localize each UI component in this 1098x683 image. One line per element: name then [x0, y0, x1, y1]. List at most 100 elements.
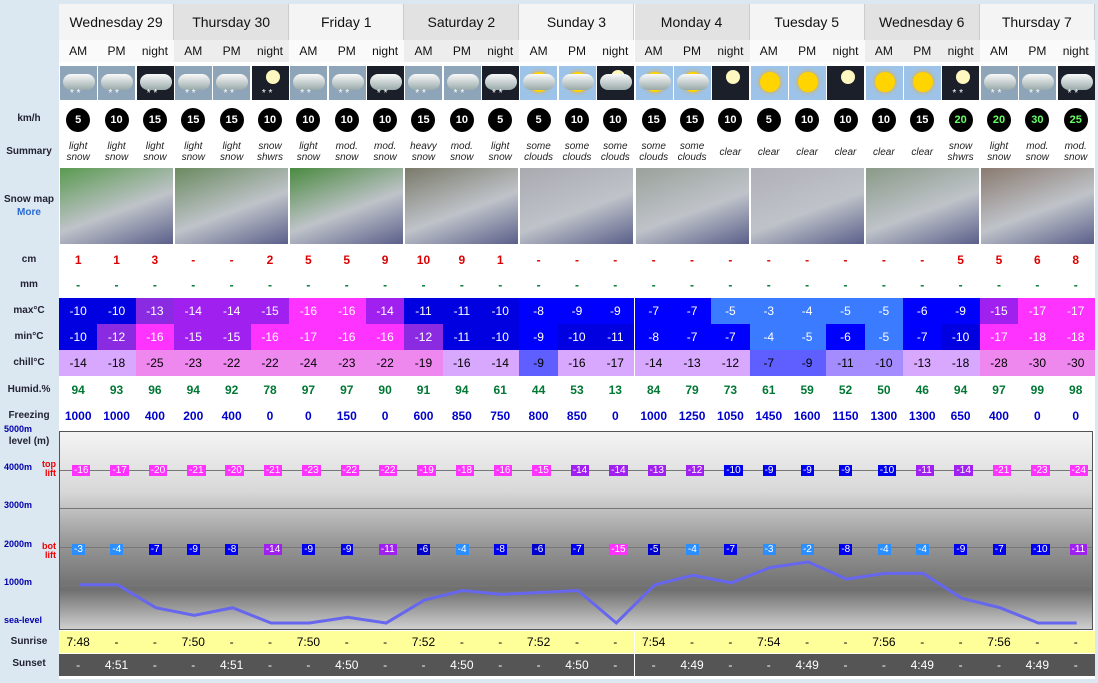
snowflake-icon: * *	[146, 88, 158, 99]
wind-cell: 30	[1018, 106, 1056, 134]
max-cell: -10	[481, 298, 520, 324]
min-cell: -4	[749, 324, 788, 350]
sunset-cell: 4:51	[97, 654, 136, 676]
snow-map[interactable]	[635, 168, 749, 244]
sunset-cell: -	[941, 654, 980, 676]
day-header[interactable]: Monday 4	[634, 4, 750, 40]
freezing-cell: 0	[305, 409, 312, 423]
min-cell: -12	[404, 324, 443, 350]
rain-cell: -	[881, 278, 886, 292]
day-header[interactable]: Sunday 3	[519, 4, 635, 40]
top-lift-label: top lift	[42, 459, 56, 478]
humid-cell: 91	[416, 383, 431, 397]
bot-lift-temp: -11	[378, 544, 397, 555]
day-header[interactable]: Thursday 30	[174, 4, 290, 40]
top-lift-temp: -16	[494, 465, 513, 476]
summary-cell: some clouds	[639, 141, 669, 163]
summary-cell: light snow	[296, 141, 321, 163]
freezing-cell: 1300	[908, 409, 936, 423]
sunrise-cell: -	[557, 631, 597, 653]
sun-cloud-icon	[520, 66, 558, 100]
chill-cell: -7	[749, 350, 788, 376]
rain-cell: -	[1073, 278, 1078, 292]
snow-map[interactable]	[290, 168, 404, 244]
wind-cell: 5	[519, 106, 557, 134]
max-cell: -5	[864, 298, 904, 324]
min-cell: -9	[519, 324, 558, 350]
max-cell: -9	[557, 298, 597, 324]
snowflake-icon: * *	[185, 88, 196, 99]
freezing-cell: 1150	[832, 409, 859, 423]
snowflake-icon: * *	[376, 88, 388, 99]
forecast-table: Wednesday 29 Thursday 30 Friday 1 Saturday …	[0, 0, 1098, 683]
day-header[interactable]: Wednesday 6	[864, 4, 980, 40]
chill-cell: -12	[711, 350, 750, 376]
sunset-cell: 4:49	[1018, 654, 1057, 676]
cloud-snow-icon: * *	[213, 66, 251, 100]
humid-cell: 44	[531, 383, 546, 397]
sunset-cell: 4:50	[442, 654, 482, 676]
max-cell: -11	[404, 298, 443, 324]
freezing-cell: 1300	[870, 409, 898, 423]
sunrise-cell: -	[327, 631, 366, 653]
snow-map[interactable]	[405, 168, 519, 244]
freezing-cell: 1450	[755, 409, 783, 423]
max-cell: -15	[979, 298, 1019, 324]
bot-lift-temp: -4	[685, 544, 699, 555]
day-header[interactable]: Thursday 7	[979, 4, 1095, 40]
wind-cell: 10	[443, 106, 481, 134]
wind-badge: 15	[641, 108, 666, 132]
snow-map[interactable]	[750, 168, 864, 244]
snowflake-icon: * *	[300, 88, 311, 99]
day-header[interactable]: Saturday 2	[404, 4, 520, 40]
sunset-cell: -	[749, 654, 788, 676]
day-header[interactable]: Tuesday 5	[749, 4, 865, 40]
chill-cell: -30	[1018, 350, 1057, 376]
rain-cell: -	[651, 278, 656, 292]
snow-map[interactable]	[980, 168, 1094, 244]
cloud-night-snow-icon: * *	[482, 66, 520, 100]
elevation-label: 4000m	[4, 462, 33, 473]
sunset-cell: 4:50	[557, 654, 597, 676]
wind-cell: 15	[903, 106, 941, 134]
sunrise-cell: -	[481, 631, 520, 653]
summary-cell: some clouds	[600, 141, 630, 163]
day-header[interactable]: Wednesday 29	[59, 4, 175, 40]
min-cell: -16	[365, 324, 405, 350]
wind-badge: 10	[449, 108, 474, 132]
snow-map[interactable]	[175, 168, 289, 244]
min-cell: -8	[634, 324, 673, 350]
humid-cell: 94	[186, 383, 200, 397]
moon-cloud-icon	[597, 66, 635, 100]
sunrise-cell: 7:52	[404, 631, 443, 653]
cloud-night-snow-icon: * *	[1057, 66, 1095, 100]
cloud-snow-icon: * *	[290, 66, 328, 100]
row-label: Sunset	[12, 658, 46, 669]
summary-cell: some clouds	[562, 141, 592, 163]
max-cell: -16	[327, 298, 366, 324]
mountain-panel: -16 -17 -20 -21 -20 -21 -23 -22 -22 -19 -18 -16 -15 -…	[59, 431, 1093, 630]
summary-cell: light snow	[66, 141, 90, 163]
elevation-label: 3000m	[4, 500, 33, 511]
bot-lift-temp: -8	[839, 544, 853, 555]
min-cell: -16	[135, 324, 175, 350]
min-cell: -11	[596, 324, 635, 350]
wind-cell: 10	[97, 106, 135, 134]
rain-cell: -	[191, 278, 196, 292]
wind-badge: 20	[948, 108, 973, 132]
humid-cell: 61	[493, 383, 507, 397]
more-link[interactable]: More	[0, 207, 58, 219]
sunrise-cell: -	[97, 631, 136, 653]
humid-cell: 97	[301, 383, 316, 397]
snow-map[interactable]	[865, 168, 979, 244]
sunset-cell: -	[634, 654, 673, 676]
sunset-cell: -	[711, 654, 750, 676]
period-label: night	[826, 40, 865, 62]
humid-cell: 98	[1069, 383, 1083, 397]
humid-cell: 73	[723, 383, 738, 397]
moon-icon	[827, 66, 865, 100]
snow-map[interactable]	[520, 168, 634, 244]
day-header[interactable]: Friday 1	[289, 4, 405, 40]
snow-map[interactable]	[60, 168, 174, 244]
wind-badge: 15	[142, 108, 167, 132]
